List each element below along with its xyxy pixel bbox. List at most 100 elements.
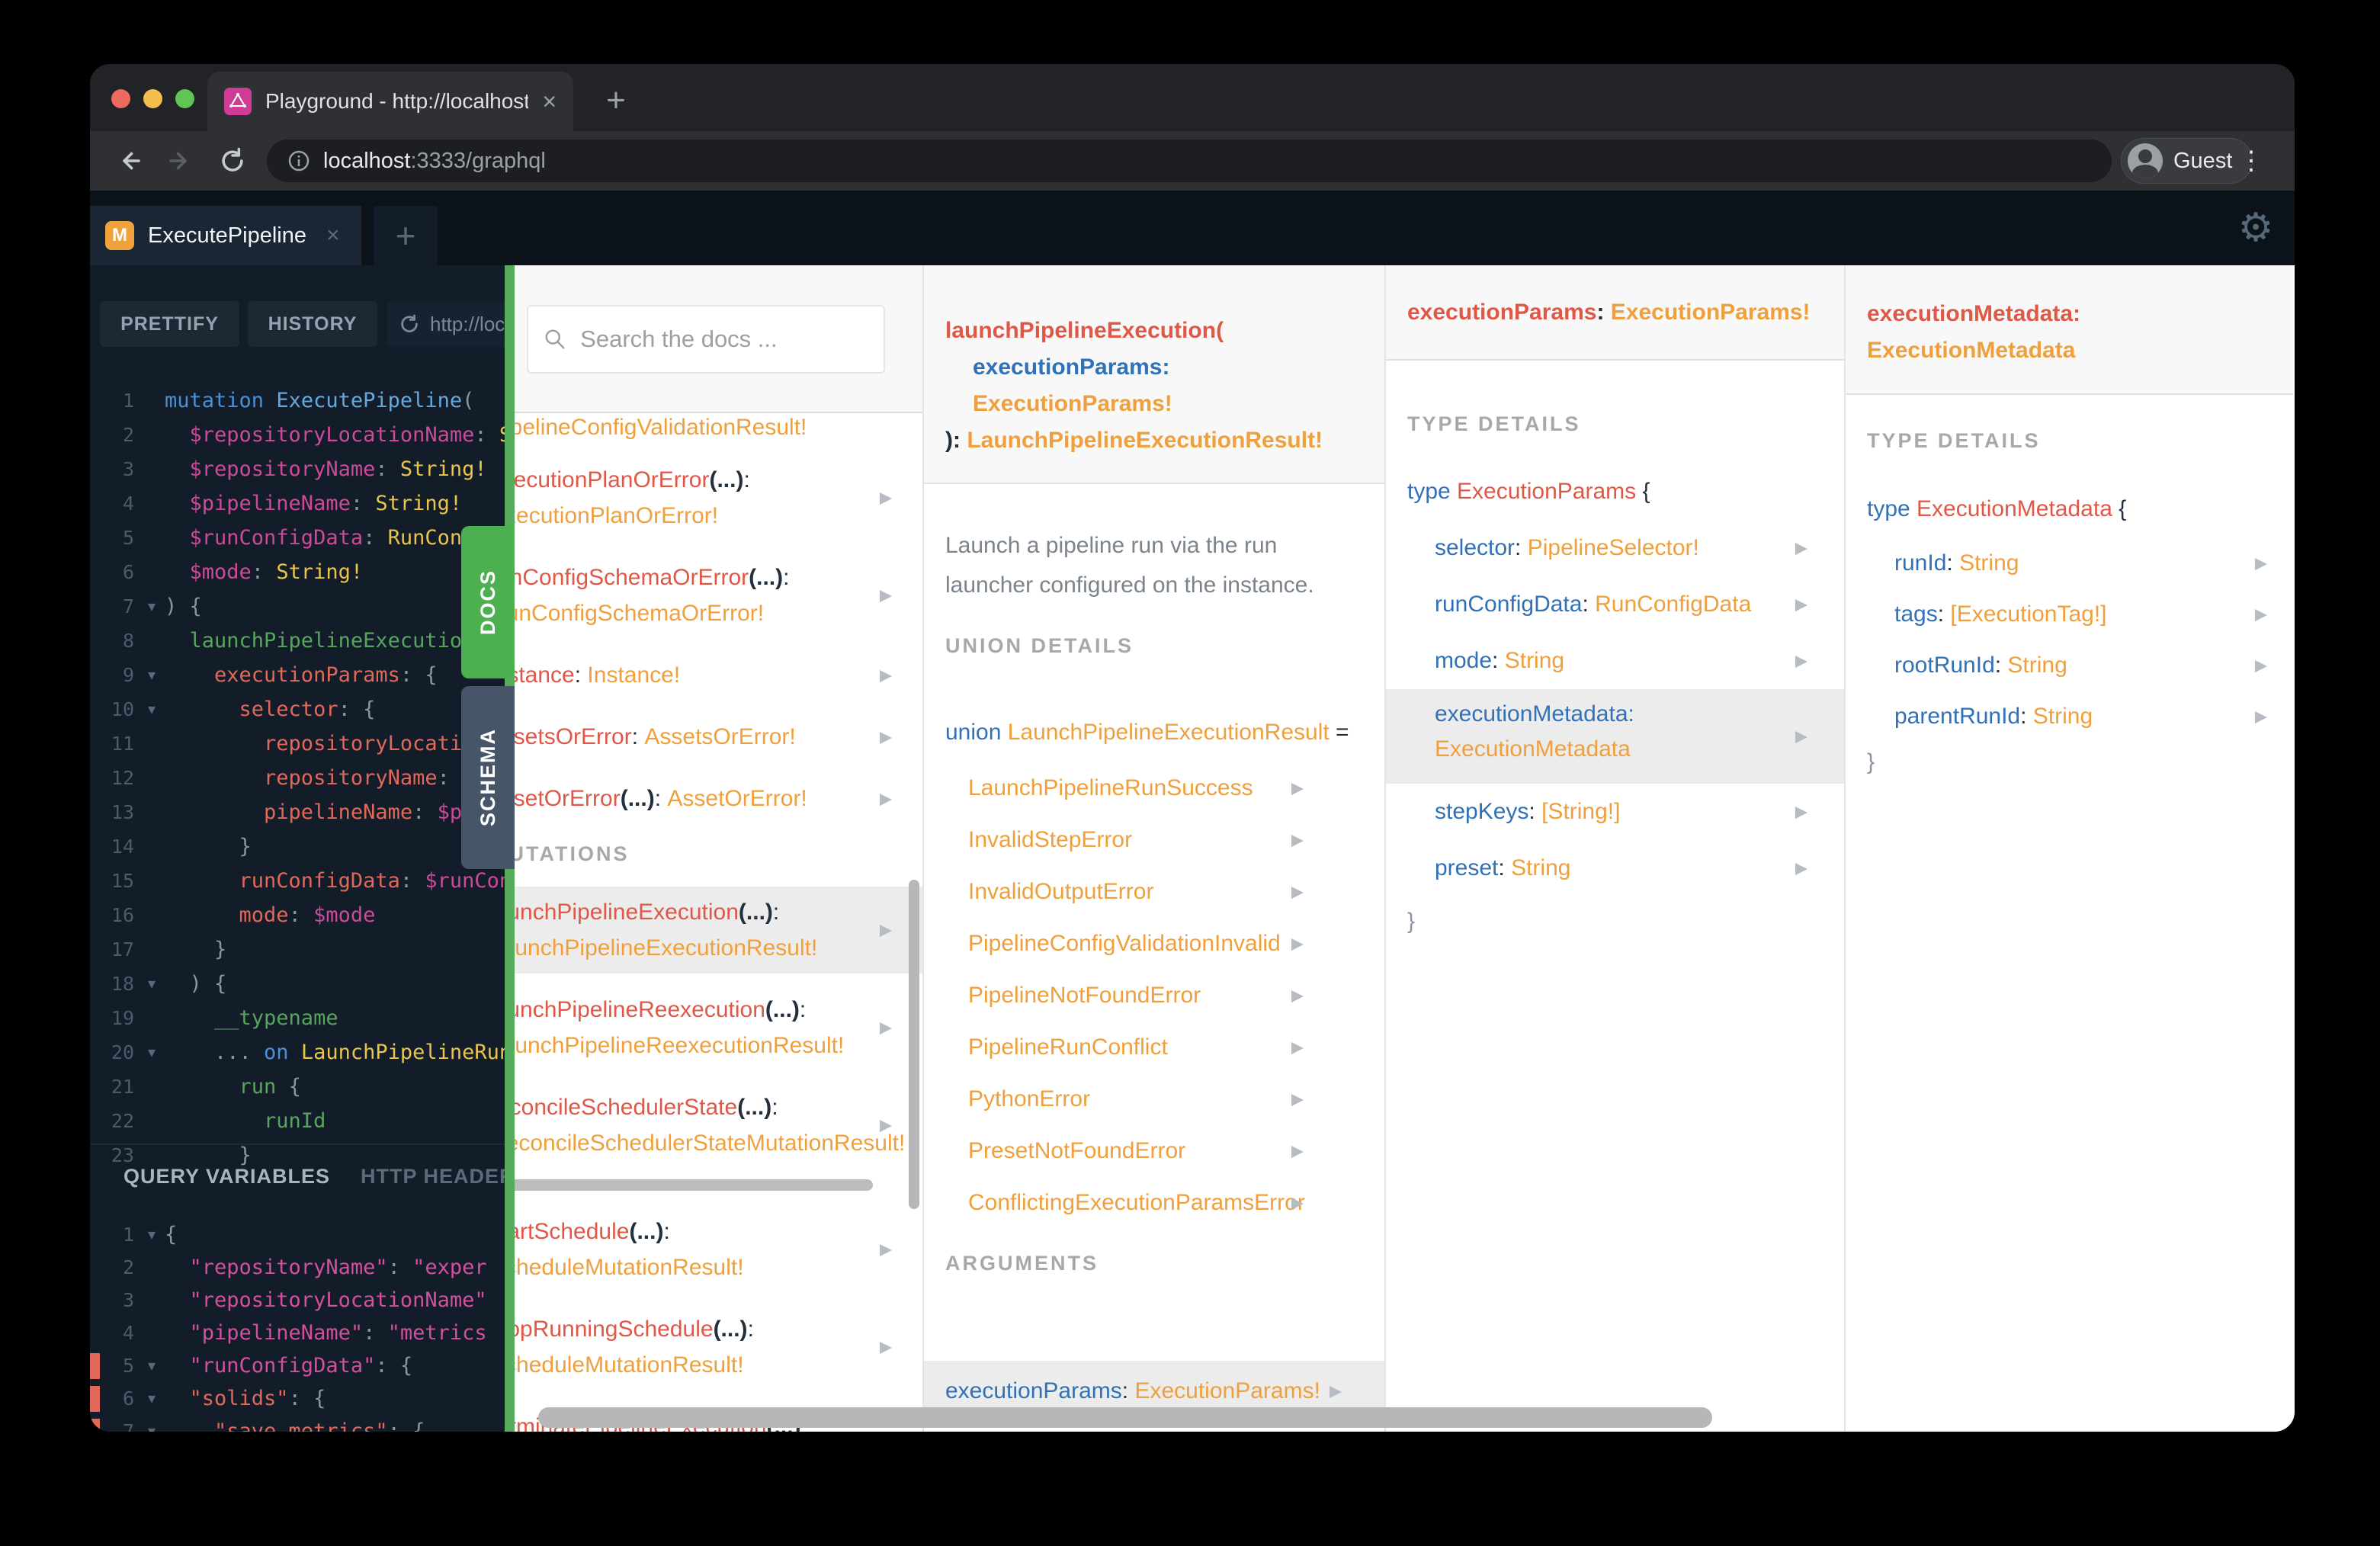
column-horizontal-scrollbar[interactable]	[515, 1179, 873, 1191]
site-info-icon[interactable]	[287, 149, 311, 173]
expand-arrow-icon[interactable]: ▶	[880, 727, 892, 746]
prettify-button[interactable]: PRETTIFY	[100, 301, 239, 347]
code-line[interactable]: 15 runConfigData: $runConfigData	[90, 864, 505, 898]
code-line[interactable]: 2 $repositoryLocationName: String!	[90, 418, 505, 452]
settings-gear-icon[interactable]: ⚙	[2229, 201, 2282, 255]
expand-arrow-icon[interactable]: ▶	[880, 789, 892, 808]
expand-arrow-icon[interactable]: ▶	[1291, 1194, 1304, 1213]
code-line[interactable]: 13 pipelineName: $pipelineName	[90, 795, 505, 829]
query-editor-pane[interactable]: PRETTIFY HISTORY http://loc 1 mutation Ex…	[90, 265, 505, 1432]
code-line[interactable]: 1 mutation ExecutePipeline(	[90, 383, 505, 418]
expand-arrow-icon[interactable]: ▶	[1291, 935, 1304, 954]
expand-arrow-icon[interactable]: ▶	[1330, 1382, 1342, 1401]
expand-arrow-icon[interactable]: ▶	[880, 586, 892, 605]
code-line[interactable]: 7 ▾) {	[90, 589, 505, 624]
docs-item-startSchedule[interactable]: startSchedule(...):ScheduleMutationResul…	[515, 1206, 922, 1293]
code-line[interactable]: 6 ▾ "solids": {	[90, 1382, 505, 1415]
code-line[interactable]: 14 }	[90, 829, 505, 864]
back-icon[interactable]	[108, 140, 149, 181]
docs-item-assetsOrError[interactable]: assetsOrError: AssetsOrError!▶	[515, 711, 922, 762]
union-member-InvalidStepError[interactable]: InvalidStepError ▶	[968, 814, 1354, 866]
expand-arrow-icon[interactable]: ▶	[1795, 859, 1807, 878]
close-window-button[interactable]	[111, 89, 130, 108]
docs-item-launchPipelineExecution[interactable]: launchPipelineExecution(...):LaunchPipel…	[515, 887, 922, 973]
fold-arrow-icon[interactable]: ▾	[139, 1043, 165, 1062]
docs-item-instance[interactable]: instance: Instance!▶	[515, 650, 922, 701]
expand-arrow-icon[interactable]: ▶	[2255, 656, 2267, 675]
type-field-parentRunId[interactable]: parentRunId: String ▶	[1846, 691, 2293, 742]
code-line[interactable]: 4 "pipelineName": "metrics	[90, 1317, 505, 1349]
fold-arrow-icon[interactable]: ▾	[139, 1225, 165, 1244]
type-field-preset[interactable]: preset: String ▶	[1386, 840, 1844, 896]
column-scrollbar[interactable]	[909, 880, 919, 1209]
expand-arrow-icon[interactable]: ▶	[880, 666, 892, 685]
code-line[interactable]: 20 ▾ ... on LaunchPipelineRunSuccess {	[90, 1035, 505, 1070]
code-line[interactable]: 3 "repositoryLocationName"	[90, 1284, 505, 1317]
new-tab-button[interactable]: +	[593, 78, 639, 123]
code-line[interactable]: 4 $pipelineName: String!	[90, 486, 505, 521]
union-member-InvalidOutputError[interactable]: InvalidOutputError ▶	[968, 866, 1354, 918]
close-playground-tab-icon[interactable]: ×	[326, 223, 340, 249]
code-line[interactable]: 16 mode: $mode	[90, 898, 505, 932]
expand-arrow-icon[interactable]: ▶	[1291, 1142, 1304, 1161]
docs-item-runConfigSchemaOrError[interactable]: runConfigSchemaOrError (...): RunConfigSch…	[515, 552, 922, 639]
type-field-selector[interactable]: selector: PipelineSelector! ▶	[1386, 520, 1844, 576]
docs-item-launchPipelineReexecution[interactable]: launchPipelineReexecution (...): LaunchPip…	[515, 984, 922, 1071]
docs-item-assetOrError[interactable]: assetOrError(...): AssetOrError!▶	[515, 773, 922, 824]
expand-arrow-icon[interactable]: ▶	[1291, 883, 1304, 902]
expand-arrow-icon[interactable]: ▶	[1795, 595, 1807, 614]
expand-arrow-icon[interactable]: ▶	[2255, 553, 2267, 573]
expand-arrow-icon[interactable]: ▶	[880, 921, 892, 940]
code-line[interactable]: 7 ▾ "save metrics": {	[90, 1415, 505, 1432]
expand-arrow-icon[interactable]: ▶	[880, 1116, 892, 1135]
union-member-PipelineNotFoundError[interactable]: PipelineNotFoundError ▶	[968, 970, 1354, 1022]
type-field-runConfigData[interactable]: runConfigData: RunConfigData ▶	[1386, 576, 1844, 633]
reload-icon[interactable]	[212, 140, 253, 181]
expand-arrow-icon[interactable]: ▶	[1795, 727, 1807, 746]
code-line[interactable]: 18 ▾ ) {	[90, 967, 505, 1001]
browser-tab[interactable]: Playground - http://localhost:3 ×	[207, 72, 573, 131]
expand-arrow-icon[interactable]: ▶	[1795, 539, 1807, 558]
url-bar[interactable]: localhost:3333/graphql	[267, 140, 2112, 182]
tab-query-variables[interactable]: QUERY VARIABLES	[123, 1165, 330, 1188]
expand-arrow-icon[interactable]: ▶	[1291, 986, 1304, 1006]
code-line[interactable]: 12 repositoryName: $repositoryName	[90, 761, 505, 795]
docs-horizontal-scrollbar[interactable]	[538, 1407, 1712, 1428]
code-line[interactable]: 19 __typename	[90, 1001, 505, 1035]
type-field-mode[interactable]: mode: String ▶	[1386, 633, 1844, 689]
expand-arrow-icon[interactable]: ▶	[880, 1240, 892, 1259]
fold-arrow-icon[interactable]: ▾	[139, 700, 165, 719]
code-line[interactable]: 5 $runConfigData: RunConfigData!	[90, 521, 505, 555]
code-line[interactable]: 17 }	[90, 932, 505, 967]
expand-arrow-icon[interactable]: ▶	[2255, 605, 2267, 624]
code-line[interactable]: 2 "repositoryName": "exper	[90, 1251, 505, 1284]
expand-arrow-icon[interactable]: ▶	[1291, 1090, 1304, 1109]
union-member-LaunchPipelineRunSuccess[interactable]: LaunchPipelineRunSuccess ▶	[968, 762, 1354, 814]
docs-item-reconcileSchedulerState[interactable]: reconcileSchedulerState(...):ReconcileSc…	[515, 1082, 922, 1169]
code-line[interactable]: 22 runId	[90, 1104, 505, 1138]
docs-item-executionPlanOrError[interactable]: executionPlanOrError(...):ExecutionPlanO…	[515, 454, 922, 541]
expand-arrow-icon[interactable]: ▶	[1291, 779, 1304, 798]
query-variables-editor[interactable]: 1 ▾{2 "repositoryName": "exper 3 "reposito…	[90, 1218, 505, 1432]
endpoint-input[interactable]: http://loc	[387, 301, 505, 347]
fold-arrow-icon[interactable]: ▾	[139, 1422, 165, 1432]
type-field-tags[interactable]: tags: [ExecutionTag!] ▶	[1846, 589, 2293, 640]
union-member-PythonError[interactable]: PythonError ▶	[968, 1073, 1354, 1125]
minimize-window-button[interactable]	[143, 89, 162, 108]
zoom-window-button[interactable]	[175, 89, 194, 108]
history-button[interactable]: HISTORY	[248, 301, 377, 347]
graphql-query-editor[interactable]: 1 mutation ExecutePipeline(2 $repositoryL…	[90, 383, 505, 1172]
tab-docs[interactable]: DOCS	[461, 526, 515, 678]
browser-menu-icon[interactable]: ⋮	[2232, 140, 2270, 181]
fold-arrow-icon[interactable]: ▾	[139, 974, 165, 993]
fold-arrow-icon[interactable]: ▾	[139, 1389, 165, 1408]
code-line[interactable]: 6 $mode: String!	[90, 555, 505, 589]
forward-icon[interactable]	[160, 140, 201, 181]
fold-arrow-icon[interactable]: ▾	[139, 1356, 165, 1375]
close-tab-icon[interactable]: ×	[542, 88, 557, 116]
union-member-PipelineRunConflict[interactable]: PipelineRunConflict ▶	[968, 1022, 1354, 1073]
expand-arrow-icon[interactable]: ▶	[1795, 652, 1807, 671]
tab-schema[interactable]: SCHEMA	[461, 686, 515, 869]
code-line[interactable]: 3 $repositoryName: String!	[90, 452, 505, 486]
expand-arrow-icon[interactable]: ▶	[1291, 1038, 1304, 1057]
